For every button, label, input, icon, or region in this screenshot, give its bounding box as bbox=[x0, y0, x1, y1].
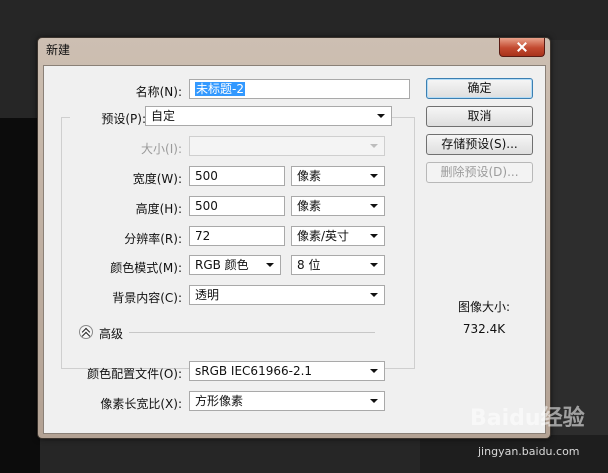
background-label: 背景内容(C): bbox=[112, 291, 182, 305]
resolution-unit-dropdown[interactable]: 像素/英寸 bbox=[291, 226, 385, 246]
pixel-aspect-dropdown[interactable]: 方形像素 bbox=[189, 391, 385, 411]
save-preset-button[interactable]: 存储预设(S)... bbox=[426, 134, 533, 155]
ok-button[interactable]: 确定 bbox=[426, 78, 533, 99]
name-value: 未标题-2 bbox=[195, 82, 245, 96]
pixel-aspect-value: 方形像素 bbox=[195, 394, 244, 408]
name-label: 名称(N): bbox=[135, 85, 182, 99]
preset-value: 自定 bbox=[151, 109, 176, 123]
resolution-input[interactable]: 72 bbox=[189, 226, 285, 246]
chevron-down-icon bbox=[266, 263, 274, 267]
size-label: 大小(I): bbox=[141, 142, 182, 156]
chevron-down-icon bbox=[370, 293, 378, 297]
bit-depth-value: 8 位 bbox=[297, 258, 321, 272]
close-icon[interactable] bbox=[499, 38, 545, 57]
height-unit-dropdown[interactable]: 像素 bbox=[291, 196, 385, 216]
advanced-divider bbox=[129, 332, 375, 333]
delete-preset-button: 删除预设(D)... bbox=[426, 162, 533, 183]
color-profile-value: sRGB IEC61966-2.1 bbox=[195, 364, 313, 378]
chevron-down-icon bbox=[370, 369, 378, 373]
chevron-down-icon bbox=[370, 399, 378, 403]
size-dropdown bbox=[189, 136, 385, 156]
height-label: 高度(H): bbox=[135, 202, 182, 216]
background-dropdown[interactable]: 透明 bbox=[189, 285, 385, 305]
new-document-dialog: 新建 名称(N): 未标题-2 预设(P): 自定 大小(I): 宽度(W): … bbox=[37, 37, 551, 439]
chevron-down-icon bbox=[370, 263, 378, 267]
advanced-label: 高级 bbox=[99, 327, 124, 341]
name-input[interactable]: 未标题-2 bbox=[189, 79, 410, 99]
width-unit-value: 像素 bbox=[297, 169, 322, 183]
collapse-advanced-icon[interactable] bbox=[79, 325, 93, 339]
dialog-client-area: 名称(N): 未标题-2 预设(P): 自定 大小(I): 宽度(W): 500… bbox=[43, 65, 546, 434]
width-input[interactable]: 500 bbox=[189, 166, 285, 186]
chevron-down-icon bbox=[370, 234, 378, 238]
bit-depth-dropdown[interactable]: 8 位 bbox=[291, 255, 385, 275]
baidu-watermark-logo: Baidu经验 bbox=[470, 406, 585, 431]
color-profile-label: 颜色配置文件(O): bbox=[87, 367, 182, 381]
width-unit-dropdown[interactable]: 像素 bbox=[291, 166, 385, 186]
background-value: 透明 bbox=[195, 288, 220, 302]
color-mode-value: RGB 颜色 bbox=[195, 258, 249, 272]
background-dark-area bbox=[0, 118, 40, 473]
width-label: 宽度(W): bbox=[132, 172, 182, 186]
image-size-value: 732.4K bbox=[462, 322, 506, 336]
pixel-aspect-label: 像素长宽比(X): bbox=[100, 397, 182, 411]
chevron-down-icon bbox=[370, 144, 378, 148]
color-profile-dropdown[interactable]: sRGB IEC61966-2.1 bbox=[189, 361, 385, 381]
height-unit-value: 像素 bbox=[297, 199, 322, 213]
watermark-url: jingyan.baidu.com bbox=[478, 445, 580, 458]
color-mode-dropdown[interactable]: RGB 颜色 bbox=[189, 255, 281, 275]
dialog-title: 新建 bbox=[46, 43, 71, 57]
cancel-button[interactable]: 取消 bbox=[426, 106, 533, 127]
preset-dropdown[interactable]: 自定 bbox=[145, 106, 392, 126]
preset-label: 预设(P): bbox=[70, 110, 146, 127]
chevron-down-icon bbox=[377, 114, 385, 118]
chevron-down-icon bbox=[370, 174, 378, 178]
resolution-label: 分辨率(R): bbox=[124, 232, 182, 246]
chevron-down-icon bbox=[370, 204, 378, 208]
color-mode-label: 颜色模式(M): bbox=[110, 261, 182, 275]
image-size-label: 图像大小: bbox=[457, 300, 511, 314]
height-input[interactable]: 500 bbox=[189, 196, 285, 216]
resolution-unit-value: 像素/英寸 bbox=[297, 229, 350, 243]
